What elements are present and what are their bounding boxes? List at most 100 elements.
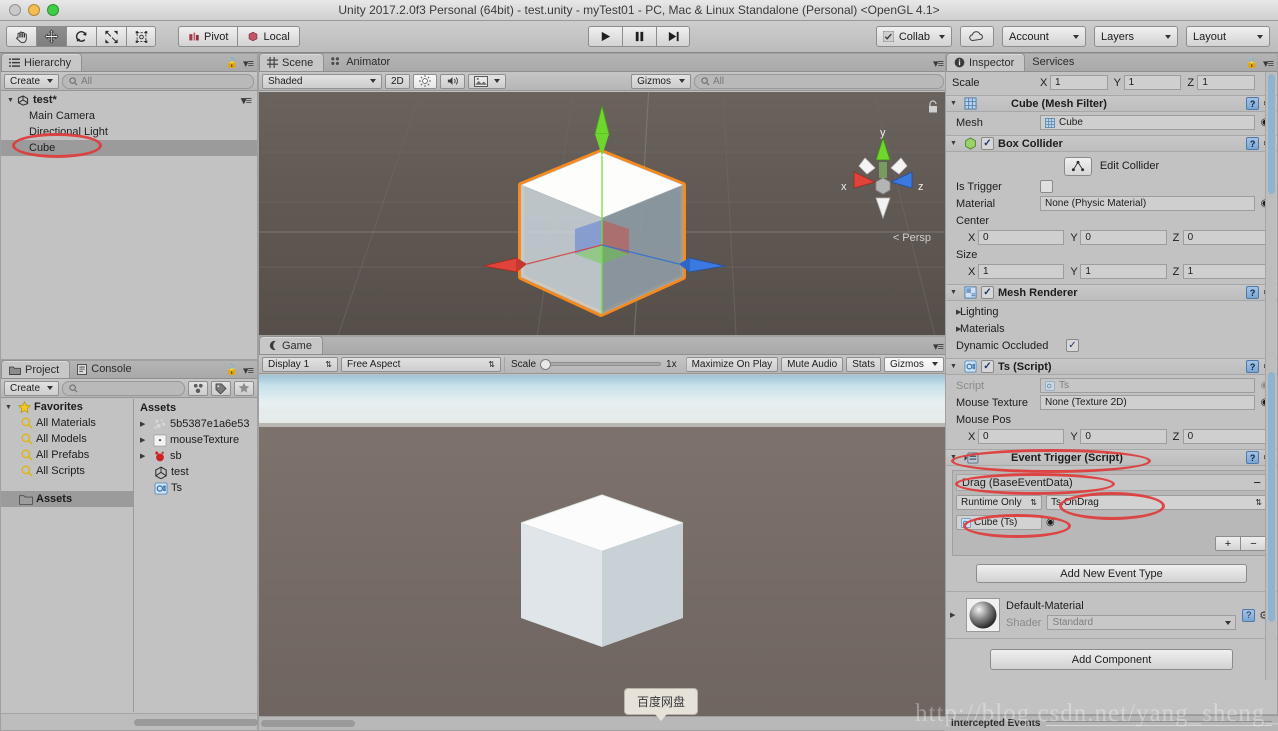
lighting-foldout-row[interactable]: Lighting: [950, 303, 1273, 320]
game-stats-toggle[interactable]: Stats: [846, 356, 881, 372]
materials-foldout-row[interactable]: Materials: [950, 320, 1273, 337]
account-button[interactable]: Account: [1002, 26, 1086, 47]
lock-icon[interactable]: 🔓: [226, 58, 238, 69]
pivot-button[interactable]: Pivot: [178, 26, 238, 47]
cloud-button[interactable]: [960, 26, 994, 47]
favorite-all-models[interactable]: All Models: [1, 431, 133, 447]
help-icon[interactable]: ?: [1246, 97, 1260, 110]
panel-menu-icon[interactable]: ▾≡: [933, 57, 944, 70]
maximize-window-button[interactable]: [47, 4, 59, 16]
game-maximize-on-play-toggle[interactable]: Maximize On Play: [685, 356, 779, 372]
favorite-all-scripts[interactable]: All Scripts: [1, 463, 133, 479]
scene-lock-icon[interactable]: [927, 100, 939, 114]
mesh-filter-header[interactable]: Cube (Mesh Filter) ? ⚙: [946, 95, 1277, 112]
size-z-input[interactable]: 1: [1182, 264, 1269, 279]
hierarchy-item-cube[interactable]: Cube: [1, 140, 257, 156]
expand-arrow-icon[interactable]: [950, 308, 960, 316]
size-x-input[interactable]: 1: [978, 264, 1065, 279]
step-button[interactable]: [656, 26, 690, 47]
expand-arrow-icon[interactable]: [950, 363, 960, 370]
asset-row-Ts[interactable]: Ts: [134, 480, 257, 496]
scale-tool-button[interactable]: [96, 26, 126, 47]
center-y-input[interactable]: 0: [1080, 230, 1167, 245]
remove-callback-button[interactable]: −: [1241, 536, 1267, 551]
event-entry-header[interactable]: Drag (BaseEventData) −: [956, 474, 1267, 491]
project-create-button[interactable]: Create: [4, 380, 60, 396]
hierarchy-item-main-camera[interactable]: Main Camera: [1, 108, 257, 124]
mouse-pos-y-input[interactable]: 0: [1080, 429, 1167, 444]
scale-y-input[interactable]: 1: [1123, 75, 1182, 90]
project-search-input[interactable]: [62, 380, 185, 396]
panel-menu-icon[interactable]: ▾≡: [933, 340, 944, 353]
project-filter-type-button[interactable]: [188, 380, 208, 396]
callback-function-dropdown[interactable]: Ts.OnDrag ⇅: [1046, 495, 1267, 510]
scale-z-input[interactable]: 1: [1197, 75, 1256, 90]
layout-button[interactable]: Layout: [1186, 26, 1270, 47]
expand-arrow-icon[interactable]: [140, 420, 150, 428]
game-horizontal-scrollbar[interactable]: [259, 716, 947, 730]
hand-tool-button[interactable]: [6, 26, 36, 47]
expand-arrow-icon[interactable]: [5, 404, 15, 411]
tab-console[interactable]: Console: [70, 360, 141, 378]
edit-collider-button[interactable]: [1063, 156, 1092, 176]
scene-lighting-toggle[interactable]: [412, 73, 437, 89]
favorites-root-row[interactable]: Favorites: [1, 399, 133, 415]
expand-arrow-icon[interactable]: [950, 325, 960, 333]
game-scale-slider[interactable]: Scale 1x: [504, 356, 683, 372]
help-icon[interactable]: ?: [1246, 451, 1260, 464]
favorite-all-prefabs[interactable]: All Prefabs: [1, 447, 133, 463]
lock-icon[interactable]: 🔒: [1246, 58, 1258, 69]
scale-track[interactable]: [540, 359, 662, 370]
callback-object-field[interactable]: Cube (Ts): [956, 515, 1042, 530]
mesh-object-field[interactable]: Cube: [1040, 115, 1255, 130]
add-component-button[interactable]: Add Component: [990, 649, 1233, 670]
project-horizontal-scrollbar[interactable]: [1, 713, 258, 730]
physic-material-field[interactable]: None (Physic Material): [1040, 196, 1255, 211]
hierarchy-create-button[interactable]: Create: [4, 73, 60, 89]
inspector-v-scrollbar[interactable]: [1265, 72, 1276, 680]
game-mute-audio-toggle[interactable]: Mute Audio: [781, 356, 844, 372]
tab-inspector[interactable]: Inspector: [946, 53, 1026, 71]
scene-audio-toggle[interactable]: [439, 73, 465, 89]
mouse-pos-z-input[interactable]: 0: [1182, 429, 1269, 444]
remove-entry-button[interactable]: −: [1253, 475, 1261, 490]
local-button[interactable]: Local: [237, 26, 300, 47]
tab-hierarchy[interactable]: Hierarchy: [1, 53, 83, 71]
scene-gizmos-dropdown[interactable]: Gizmos: [631, 73, 691, 89]
hierarchy-item-directional-light[interactable]: Directional Light: [1, 124, 257, 140]
mouse-texture-field[interactable]: None (Texture 2D): [1040, 395, 1255, 410]
minimize-window-button[interactable]: [28, 4, 40, 16]
size-y-input[interactable]: 1: [1080, 264, 1167, 279]
add-new-event-type-button[interactable]: Add New Event Type: [976, 564, 1247, 583]
scale-thumb[interactable]: [540, 359, 552, 370]
scene-viewport[interactable]: x y z < Persp: [259, 92, 947, 335]
callback-object-picker-icon[interactable]: ◉: [1046, 517, 1055, 528]
play-button[interactable]: [588, 26, 622, 47]
mesh-renderer-header[interactable]: ✓ Mesh Renderer ? ⚙: [946, 284, 1277, 301]
panel-menu-icon[interactable]: ▾≡: [243, 57, 254, 70]
move-tool-button[interactable]: [36, 26, 66, 47]
scene-perspective-label[interactable]: < Persp: [893, 232, 931, 244]
scene-effects-toggle[interactable]: [467, 73, 506, 89]
expand-arrow-icon[interactable]: [950, 611, 960, 619]
hierarchy-search-input[interactable]: All: [62, 73, 254, 89]
add-callback-button[interactable]: +: [1215, 536, 1241, 551]
ts-script-enabled-checkbox[interactable]: ✓: [981, 360, 994, 373]
expand-arrow-icon[interactable]: [950, 289, 960, 296]
tab-project[interactable]: Project: [1, 360, 71, 378]
panel-menu-icon[interactable]: ▾≡: [243, 364, 254, 377]
box-collider-header[interactable]: ✓ Box Collider ? ⚙: [946, 135, 1277, 152]
rect-tool-button[interactable]: [126, 26, 156, 47]
help-icon[interactable]: ?: [1246, 360, 1260, 373]
asset-row-test[interactable]: test: [134, 464, 257, 480]
asset-row-sb[interactable]: sb: [134, 448, 257, 464]
game-aspect-dropdown[interactable]: Free Aspect ⇅: [341, 356, 501, 372]
tab-animator[interactable]: Animator: [324, 53, 400, 71]
game-viewport[interactable]: [259, 375, 947, 730]
tab-game[interactable]: Game: [259, 336, 323, 354]
event-trigger-header[interactable]: Event Trigger (Script) ? ⚙: [946, 449, 1277, 466]
expand-arrow-icon[interactable]: [140, 436, 150, 444]
mesh-renderer-enabled-checkbox[interactable]: ✓: [981, 286, 994, 299]
project-assets-root-row[interactable]: Assets: [1, 491, 133, 507]
layers-button[interactable]: Layers: [1094, 26, 1178, 47]
